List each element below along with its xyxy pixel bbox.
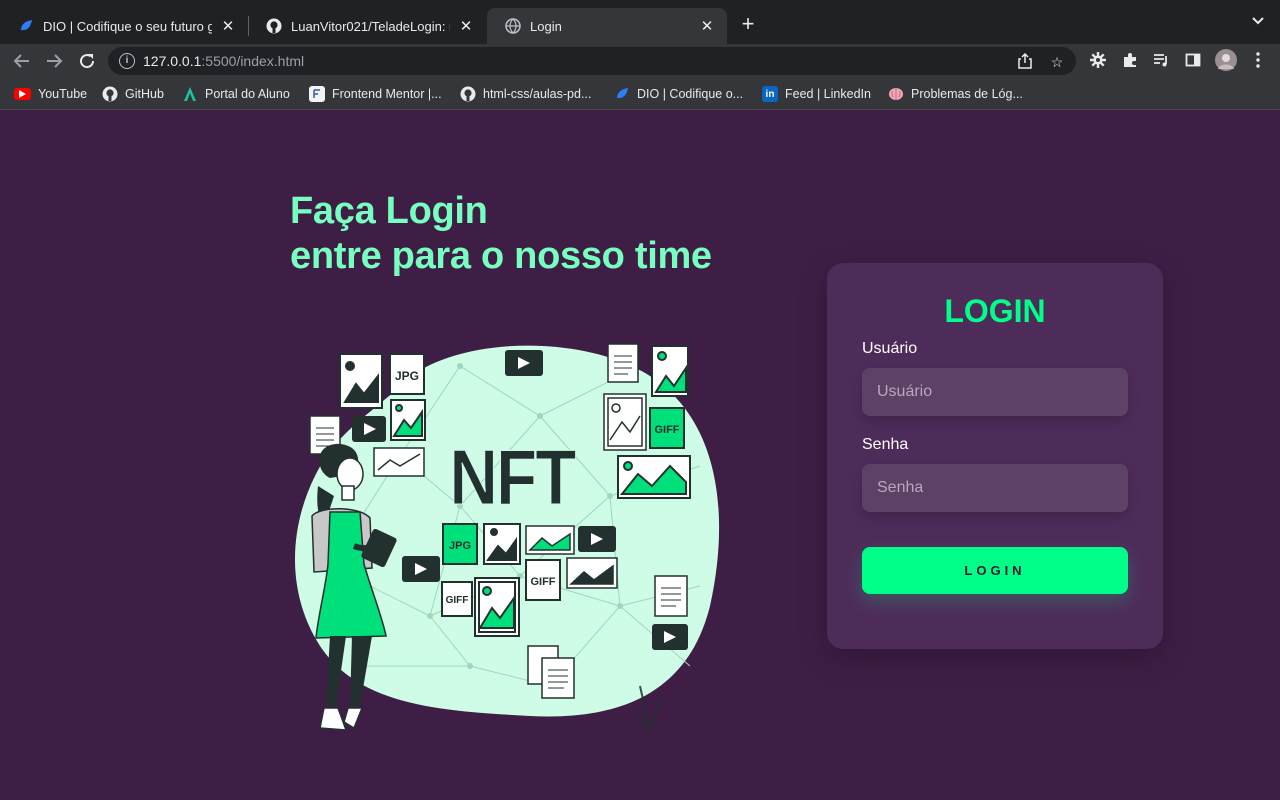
image-card	[339, 353, 383, 409]
sketch-card	[603, 393, 647, 451]
page-content: Faça Login entre para o nosso time NFT J…	[0, 111, 1280, 800]
password-label: Senha	[862, 436, 909, 453]
extension-icon[interactable]	[1089, 52, 1107, 70]
login-title: LOGIN	[944, 293, 1046, 329]
info-icon[interactable]: i	[119, 53, 135, 69]
frontend-mentor-icon	[309, 86, 325, 102]
jpg-green-card: JPG	[442, 523, 478, 565]
bookmark-problemas[interactable]: Problemas de Lóg...	[888, 85, 1023, 103]
video-card	[402, 556, 440, 582]
bookmark-html-css[interactable]: html-css/aulas-pd...	[460, 85, 591, 103]
portal-icon	[182, 86, 198, 102]
url-text: 127.0.0.1:5500/index.html	[143, 53, 304, 69]
bookmark-label: Frontend Mentor |...	[332, 87, 442, 101]
github-icon	[266, 18, 282, 34]
bookmark-label: YouTube	[38, 87, 88, 101]
login-card: LOGIN Usuário Usuário Senha Senha LOGIN	[827, 263, 1163, 649]
avatar[interactable]	[1215, 49, 1237, 71]
toolbar: i 127.0.0.1:5500/index.html ☆	[0, 44, 1280, 78]
login-button[interactable]: LOGIN	[862, 547, 1128, 594]
globe-icon	[505, 18, 521, 34]
bookmark-label: DIO | Codifique o...	[637, 87, 744, 101]
youtube-icon	[14, 88, 31, 100]
sidepanel-icon[interactable]	[1184, 52, 1202, 70]
giff-label: GIFF	[530, 576, 555, 588]
brain-icon	[888, 86, 904, 102]
kebab-menu-icon[interactable]	[1249, 52, 1267, 70]
username-placeholder: Usuário	[877, 383, 933, 400]
tab-title: LuanVitor021/TeladeLogin: meu	[291, 18, 450, 34]
giff-label: GIFF	[446, 595, 469, 606]
tab-title: DIO | Codifique o seu futuro glo	[43, 18, 212, 34]
bookmark-label: Portal do Aluno	[205, 87, 290, 101]
video-card	[578, 526, 616, 552]
close-icon[interactable]: ✕	[220, 17, 236, 35]
forward-arrow-icon[interactable]	[42, 49, 66, 73]
tab-dio[interactable]: DIO | Codifique o seu futuro glo ✕	[0, 8, 248, 44]
username-input[interactable]: Usuário	[862, 368, 1128, 416]
bookmark-linkedin[interactable]: in Feed | LinkedIn	[762, 85, 871, 103]
plus-icon[interactable]: +	[737, 12, 759, 36]
jpg-card: JPG	[389, 353, 425, 395]
green-image-card	[474, 577, 520, 637]
close-icon[interactable]: ✕	[458, 17, 474, 35]
bookmark-label: Feed | LinkedIn	[785, 87, 871, 101]
bookmark-youtube[interactable]: YouTube	[14, 85, 87, 103]
url-path: :5500/index.html	[201, 53, 305, 69]
bookmarks-bar: YouTube GitHub Portal do Aluno Frontend …	[0, 78, 1280, 110]
media-icon[interactable]	[1152, 52, 1170, 70]
dio-icon	[614, 86, 630, 102]
close-icon[interactable]: ✕	[699, 17, 715, 35]
jpg-label: JPG	[449, 540, 471, 552]
bookmark-frontend-mentor[interactable]: Frontend Mentor |...	[309, 85, 442, 103]
tab-strip: DIO | Codifique o seu futuro glo ✕ LuanV…	[0, 0, 1280, 44]
reload-icon[interactable]	[75, 49, 99, 73]
giff-card: GIFF	[649, 407, 685, 449]
tab-title: Login	[530, 18, 562, 34]
document-card	[607, 343, 639, 383]
jpg-label: JPG	[395, 369, 419, 383]
chevron-down-icon[interactable]	[1248, 14, 1268, 34]
url-host: 127.0.0.1	[143, 53, 202, 69]
giff-label: GIFF	[654, 424, 679, 436]
green-image-card	[390, 399, 426, 441]
giff-card: GIFF	[525, 559, 561, 601]
share-icon[interactable]	[1016, 52, 1034, 71]
bookmark-label: html-css/aulas-pd...	[483, 87, 592, 101]
tab-github[interactable]: LuanVitor021/TeladeLogin: meu ✕	[248, 8, 486, 44]
back-arrow-icon[interactable]	[10, 49, 34, 73]
headline-line2: entre para o nosso time	[290, 235, 712, 277]
page-headline: Faça Login entre para o nosso time	[290, 189, 712, 279]
nft-text: NFT	[450, 433, 576, 521]
headline-line1: Faça Login	[290, 190, 488, 232]
bookmark-portal[interactable]: Portal do Aluno	[182, 85, 290, 103]
landscape-card	[373, 447, 425, 477]
document-card	[654, 575, 688, 617]
video-card	[352, 416, 386, 442]
nft-illustration: NFT JPG GIFF JPG GIFF GIFF	[295, 343, 720, 732]
github-icon	[102, 86, 118, 102]
image-card	[483, 523, 521, 565]
bookmark-dio[interactable]: DIO | Codifique o...	[614, 85, 743, 103]
password-input[interactable]: Senha	[862, 464, 1128, 512]
bookmark-label: Problemas de Lóg...	[911, 87, 1023, 101]
green-image-card	[651, 345, 689, 397]
green-landscape-card	[525, 525, 575, 555]
linkedin-icon: in	[762, 86, 778, 102]
password-placeholder: Senha	[877, 479, 924, 496]
username-label: Usuário	[862, 340, 918, 357]
puzzle-icon[interactable]	[1121, 52, 1139, 70]
github-icon	[460, 86, 476, 102]
star-icon[interactable]: ☆	[1048, 53, 1066, 71]
green-landscape-card	[617, 455, 691, 499]
bookmark-github[interactable]: GitHub	[102, 85, 164, 103]
landscape-card	[566, 557, 618, 589]
video-card-top	[505, 350, 543, 376]
bookmark-label: GitHub	[125, 87, 164, 101]
address-bar[interactable]: i 127.0.0.1:5500/index.html ☆	[108, 47, 1076, 75]
tab-login[interactable]: Login ✕	[487, 8, 727, 44]
giff-card: GIFF	[441, 581, 473, 617]
video-card	[652, 624, 688, 650]
dio-icon	[18, 18, 34, 34]
